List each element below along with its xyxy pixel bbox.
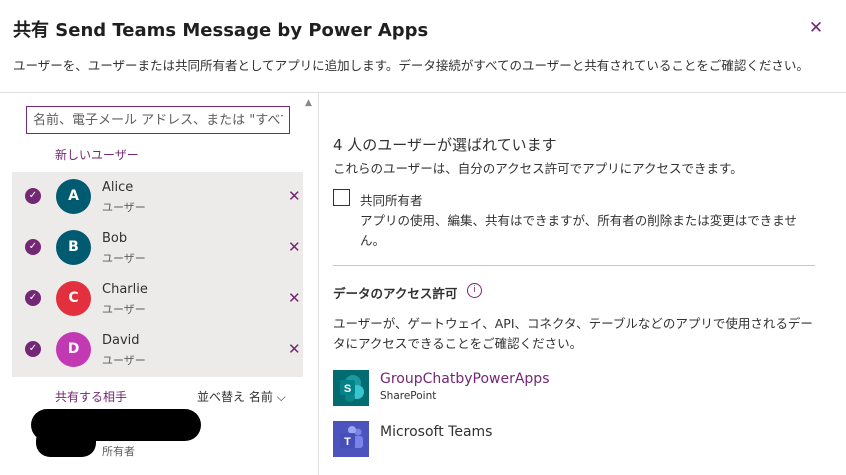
co-owner-description: アプリの使用、編集、共有はできますが、所有者の削除または変更はできません。 xyxy=(360,213,797,248)
user-name: Alice xyxy=(102,180,134,195)
remove-icon[interactable]: ✕ xyxy=(288,290,301,306)
data-permission-description: ユーザーが、ゲートウェイ、API、コネクタ、テーブルなどのアプリで使用されるデー… xyxy=(333,316,813,351)
divider xyxy=(333,265,815,266)
user-name: David xyxy=(102,333,140,348)
check-icon[interactable]: ✓ xyxy=(25,290,41,306)
close-icon[interactable]: ✕ xyxy=(805,17,827,39)
user-role: ユーザー xyxy=(102,252,146,265)
dialog-header: 共有 Send Teams Message by Power Apps ユーザー… xyxy=(0,0,846,93)
check-icon[interactable]: ✓ xyxy=(25,239,41,255)
selected-user-row[interactable]: ✓ C Charlie ユーザー ✕ xyxy=(12,274,303,325)
remove-icon[interactable]: ✕ xyxy=(288,188,301,204)
user-role: ユーザー xyxy=(102,201,146,214)
co-owner-label[interactable]: 共同所有者 xyxy=(360,190,423,209)
search-input[interactable] xyxy=(26,106,290,134)
selected-count: 4 人のユーザーが選ばれています xyxy=(333,136,557,154)
data-source-type: SharePoint xyxy=(380,390,437,402)
sharepoint-icon: S xyxy=(333,370,369,406)
chevron-down-icon: ⌵ xyxy=(276,390,286,404)
data-source-name[interactable]: Microsoft Teams xyxy=(380,424,492,440)
selected-users-list: ✓ A Alice ユーザー ✕ ✓ B Bob ユーザー ✕ ✓ C Char… xyxy=(12,172,303,377)
new-user-link[interactable]: 新しいユーザー xyxy=(55,146,139,163)
remove-icon[interactable]: ✕ xyxy=(288,239,301,255)
teams-icon: T xyxy=(333,421,369,457)
remove-icon[interactable]: ✕ xyxy=(288,341,301,357)
scroll-up-icon[interactable]: ▲ xyxy=(305,98,312,108)
co-owner-checkbox[interactable] xyxy=(333,189,350,206)
selected-user-row[interactable]: ✓ A Alice ユーザー ✕ xyxy=(12,172,303,223)
selected-user-row[interactable]: ✓ D David ユーザー ✕ xyxy=(12,325,303,376)
user-name: Bob xyxy=(102,231,128,246)
shared-with-label: 共有する相手 xyxy=(55,390,128,404)
selected-user-row[interactable]: ✓ B Bob ユーザー ✕ xyxy=(12,223,303,274)
redacted-owner-avatar xyxy=(36,427,96,457)
avatar: C xyxy=(56,281,91,316)
info-icon[interactable]: i xyxy=(467,283,482,298)
data-permission-title: データのアクセス許可 xyxy=(333,286,458,301)
avatar: B xyxy=(56,230,91,265)
avatar: A xyxy=(56,179,91,214)
user-role: ユーザー xyxy=(102,354,146,367)
user-name: Charlie xyxy=(102,282,148,297)
user-role: ユーザー xyxy=(102,303,146,316)
check-icon[interactable]: ✓ xyxy=(25,188,41,204)
selected-count-description: これらのユーザーは、自分のアクセス許可でアプリにアクセスできます。 xyxy=(333,161,743,176)
dialog-title: 共有 Send Teams Message by Power Apps xyxy=(13,20,429,41)
details-panel: 4 人のユーザーが選ばれています これらのユーザーは、自分のアクセス許可でアプリ… xyxy=(333,93,833,475)
sort-label: 並べ替え 名前 xyxy=(197,390,273,404)
svg-text:S: S xyxy=(344,383,351,395)
user-panel: ▲ 新しいユーザー ✓ A Alice ユーザー ✕ ✓ B Bob ユーザー … xyxy=(0,93,319,475)
data-source-name[interactable]: GroupChatbyPowerApps xyxy=(380,371,549,387)
check-icon[interactable]: ✓ xyxy=(25,341,41,357)
owner-role: 所有者 xyxy=(102,445,135,458)
avatar: D xyxy=(56,332,91,367)
sort-dropdown[interactable]: 並べ替え 名前 ⌵ xyxy=(197,388,286,405)
dialog-subtitle: ユーザーを、ユーザーまたは共同所有者としてアプリに追加します。データ接続がすべて… xyxy=(13,58,809,73)
svg-text:T: T xyxy=(344,436,351,448)
